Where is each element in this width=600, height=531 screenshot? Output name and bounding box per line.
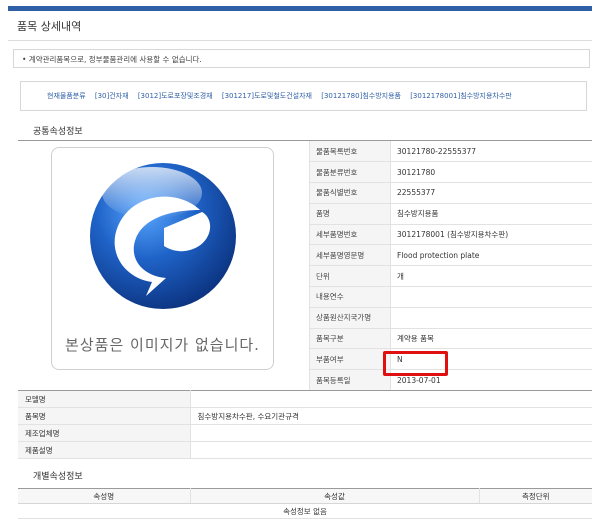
table-row: 부품여부 N (309, 348, 592, 371)
category-breadcrumb: 현재물품분류 [30]건자재 [3012]도로포장및조경재 [301217]도로… (20, 81, 587, 111)
column-header-unit: 측정단위 (479, 488, 592, 504)
category-link-30121780[interactable]: [30121780]침수방지용품 (321, 92, 401, 100)
spec-table: 물품목록번호 30121780-22555377 물품분류번호 30121780 물… (309, 141, 592, 392)
table-row: 품명 침수방지용품 (309, 203, 592, 225)
column-header-attr-value: 속성값 (190, 488, 480, 504)
table-row: 내용연수 (309, 286, 592, 308)
spec-label: 물품식별번호 (309, 182, 391, 204)
extra-info-table: 모델명 품목명 침수방지용차수판, 수요기관규격 제조업체명 제품설명 (18, 390, 592, 459)
top-accent-bar (8, 6, 592, 11)
product-image: 본상품은 이미지가 없습니다. (51, 147, 274, 370)
table-row: 세부품명영문명 Flood protection plate (309, 244, 592, 267)
spec-value (390, 307, 592, 329)
spec-label: 품명 (309, 203, 391, 225)
table-row: 물품분류번호 30121780 (309, 161, 592, 184)
table-row: 세부품명번호 3012178001 (침수방지용차수판) (309, 224, 592, 246)
spec-value: 30121780-22555377 (390, 141, 592, 163)
spec-label: 부품여부 (309, 348, 391, 371)
spec-label: 세부품명영문명 (309, 244, 391, 267)
column-header-attr-name: 속성명 (18, 488, 191, 504)
spec-label: 세부품명번호 (309, 224, 391, 246)
spec-value: 22555377 (390, 182, 592, 204)
table-row: 모델명 (18, 390, 592, 408)
spec-value: 개 (390, 265, 592, 288)
table-row: 상품원산지국가명 (309, 307, 592, 329)
extra-label: 제품설명 (18, 441, 191, 459)
notice-box: • 계약관리품목으로, 정부물품관리에 사용할 수 없습니다. (13, 49, 590, 68)
attribute-table: 속성명 속성값 측정단위 속성정보 없음 (18, 488, 592, 519)
category-link-3012[interactable]: [3012]도로포장및조경재 (138, 92, 213, 100)
category-link-301217[interactable]: [301217]도로및철도건설자재 (222, 92, 312, 100)
spec-label: 단위 (309, 265, 391, 288)
section-title-common: 공통속성정보 (33, 127, 83, 137)
table-header-row: 속성명 속성값 측정단위 (18, 488, 592, 504)
table-row: 제품설명 (18, 441, 592, 459)
table-row: 품목구분 계약용 품목 (309, 328, 592, 350)
category-link-30[interactable]: [30]건자재 (95, 92, 129, 100)
table-row: 제조업체명 (18, 424, 592, 442)
category-current: 현재물품분류 (47, 92, 86, 100)
spec-label: 품목등록일 (309, 369, 391, 392)
page-title: 품목 상세내역 (17, 20, 82, 33)
spec-label: 물품목록번호 (309, 141, 391, 163)
spec-value: 30121780 (390, 161, 592, 184)
category-link-3012178001[interactable]: [3012178001]침수방지용차수판 (410, 92, 512, 100)
common-info-panel: 본상품은 이미지가 없습니다. 물품목록번호 30121780-22555377 … (18, 140, 592, 392)
spec-value: 계약용 품목 (390, 328, 592, 350)
spec-value: 침수방지용품 (390, 203, 592, 225)
spec-label: 품목구분 (309, 328, 391, 350)
table-row: 속성정보 없음 (18, 503, 592, 519)
extra-label: 모델명 (18, 390, 191, 408)
spec-label: 물품분류번호 (309, 161, 391, 184)
table-row: 품목등록일 2013-07-01 (309, 369, 592, 392)
extra-value: 침수방지용차수판, 수요기관규격 (190, 407, 592, 425)
spec-label: 상품원산지국가명 (309, 307, 391, 329)
no-image-message: 본상품은 이미지가 없습니다. (65, 336, 260, 354)
section-title-individual: 개별속성정보 (33, 472, 83, 482)
empty-attributes-message: 속성정보 없음 (18, 503, 592, 519)
table-row: 물품식별번호 22555377 (309, 182, 592, 204)
extra-value (190, 424, 592, 442)
table-row: 물품목록번호 30121780-22555377 (309, 141, 592, 163)
extra-value (190, 441, 592, 459)
extra-label: 품목명 (18, 407, 191, 425)
spec-value (390, 286, 592, 308)
spec-value: 3012178001 (침수방지용차수판) (390, 224, 592, 246)
spec-value: Flood protection plate (390, 244, 592, 267)
extra-label: 제조업체명 (18, 424, 191, 442)
table-row: 품목명 침수방지용차수판, 수요기관규격 (18, 407, 592, 425)
registration-date-highlight (383, 351, 448, 376)
title-divider (8, 40, 592, 41)
extra-value (190, 390, 592, 408)
spec-label: 내용연수 (309, 286, 391, 308)
table-row: 단위 개 (309, 265, 592, 288)
